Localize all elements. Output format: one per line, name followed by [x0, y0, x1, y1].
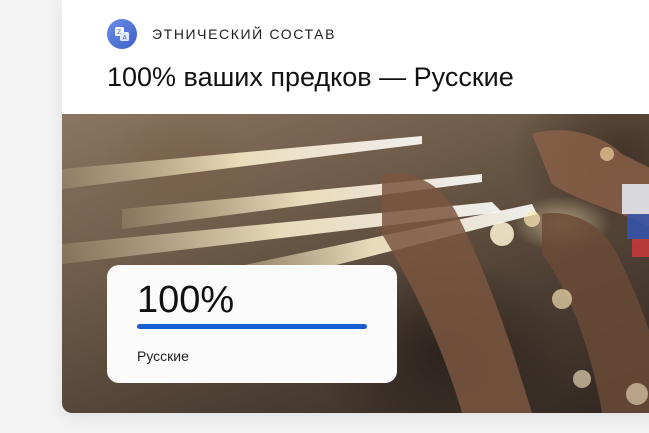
percent-bar: [137, 324, 367, 329]
percent-bar-fill: [137, 324, 367, 329]
ethnicity-card: Z A ЭТНИЧЕСКИЙ СОСТАВ 100% ваших предков…: [62, 0, 649, 413]
background-photo: 100% Русские: [62, 114, 649, 413]
translate-icon: Z A: [107, 19, 137, 49]
svg-text:Z: Z: [117, 29, 121, 36]
ethnicity-label: Русские: [137, 348, 189, 364]
page-title: 100% ваших предков — Русские: [107, 62, 514, 92]
ethnicity-stat-card: 100% Русские: [107, 265, 397, 383]
section-header: Z A ЭТНИЧЕСКИЙ СОСТАВ: [107, 19, 336, 49]
section-label: ЭТНИЧЕСКИЙ СОСТАВ: [152, 26, 337, 42]
page: Z A ЭТНИЧЕСКИЙ СОСТАВ 100% ваших предков…: [0, 0, 649, 433]
percent-value: 100%: [137, 279, 235, 321]
